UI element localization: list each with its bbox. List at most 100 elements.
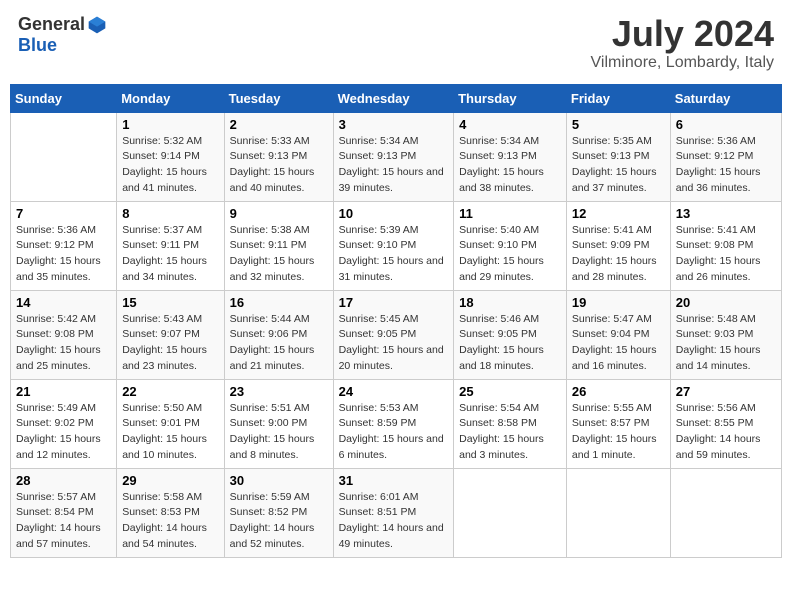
day-number: 24 <box>339 384 449 399</box>
day-number: 30 <box>230 473 328 488</box>
calendar-table: SundayMondayTuesdayWednesdayThursdayFrid… <box>10 84 782 558</box>
calendar-cell: 5 Sunrise: 5:35 AMSunset: 9:13 PMDaylight… <box>566 112 670 201</box>
day-number: 7 <box>16 206 111 221</box>
day-number: 13 <box>676 206 776 221</box>
day-number: 18 <box>459 295 561 310</box>
calendar-cell: 26 Sunrise: 5:55 AMSunset: 8:57 PMDayligh… <box>566 379 670 468</box>
calendar-cell: 25 Sunrise: 5:54 AMSunset: 8:58 PMDayligh… <box>454 379 567 468</box>
day-info: Sunrise: 5:36 AMSunset: 9:12 PMDaylight:… <box>16 223 111 286</box>
calendar-cell: 6 Sunrise: 5:36 AMSunset: 9:12 PMDaylight… <box>670 112 781 201</box>
day-number: 21 <box>16 384 111 399</box>
day-info: Sunrise: 5:41 AMSunset: 9:09 PMDaylight:… <box>572 223 665 286</box>
calendar-cell: 16 Sunrise: 5:44 AMSunset: 9:06 PMDayligh… <box>224 290 333 379</box>
calendar-cell: 27 Sunrise: 5:56 AMSunset: 8:55 PMDayligh… <box>670 379 781 468</box>
day-number: 25 <box>459 384 561 399</box>
day-info: Sunrise: 5:34 AMSunset: 9:13 PMDaylight:… <box>459 134 561 197</box>
header-row: SundayMondayTuesdayWednesdayThursdayFrid… <box>11 84 782 112</box>
calendar-cell: 9Sunrise: 5:38 AMSunset: 9:11 PMDaylight… <box>224 201 333 290</box>
calendar-cell: 18 Sunrise: 5:46 AMSunset: 9:05 PMDayligh… <box>454 290 567 379</box>
day-number: 6 <box>676 117 776 132</box>
day-info: Sunrise: 6:01 AMSunset: 8:51 PMDaylight:… <box>339 490 449 553</box>
calendar-cell: 14Sunrise: 5:42 AMSunset: 9:08 PMDayligh… <box>11 290 117 379</box>
calendar-week-row: 1 Sunrise: 5:32 AMSunset: 9:14 PMDaylight… <box>11 112 782 201</box>
day-info: Sunrise: 5:46 AMSunset: 9:05 PMDaylight:… <box>459 312 561 375</box>
logo-blue-text: Blue <box>18 35 57 56</box>
calendar-cell: 29 Sunrise: 5:58 AMSunset: 8:53 PMDayligh… <box>117 468 224 557</box>
day-info: Sunrise: 5:36 AMSunset: 9:12 PMDaylight:… <box>676 134 776 197</box>
day-info: Sunrise: 5:32 AMSunset: 9:14 PMDaylight:… <box>122 134 218 197</box>
calendar-week-row: 7 Sunrise: 5:36 AMSunset: 9:12 PMDaylight… <box>11 201 782 290</box>
calendar-cell <box>11 112 117 201</box>
logo: General Blue <box>18 14 107 56</box>
day-number: 16 <box>230 295 328 310</box>
calendar-cell: 4Sunrise: 5:34 AMSunset: 9:13 PMDaylight… <box>454 112 567 201</box>
day-number: 11 <box>459 206 561 221</box>
day-info: Sunrise: 5:37 AMSunset: 9:11 PMDaylight:… <box>122 223 218 286</box>
day-info: Sunrise: 5:44 AMSunset: 9:06 PMDaylight:… <box>230 312 328 375</box>
day-info: Sunrise: 5:40 AMSunset: 9:10 PMDaylight:… <box>459 223 561 286</box>
calendar-cell: 2 Sunrise: 5:33 AMSunset: 9:13 PMDaylight… <box>224 112 333 201</box>
day-number: 5 <box>572 117 665 132</box>
month-title: July 2024 <box>591 14 774 54</box>
day-info: Sunrise: 5:35 AMSunset: 9:13 PMDaylight:… <box>572 134 665 197</box>
calendar-cell: 19Sunrise: 5:47 AMSunset: 9:04 PMDayligh… <box>566 290 670 379</box>
day-number: 15 <box>122 295 218 310</box>
header-day: Wednesday <box>333 84 454 112</box>
day-number: 29 <box>122 473 218 488</box>
day-number: 10 <box>339 206 449 221</box>
calendar-cell: 23Sunrise: 5:51 AMSunset: 9:00 PMDayligh… <box>224 379 333 468</box>
calendar-cell <box>670 468 781 557</box>
calendar-cell: 11 Sunrise: 5:40 AMSunset: 9:10 PMDayligh… <box>454 201 567 290</box>
day-number: 12 <box>572 206 665 221</box>
day-info: Sunrise: 5:57 AMSunset: 8:54 PMDaylight:… <box>16 490 111 553</box>
day-number: 1 <box>122 117 218 132</box>
day-number: 27 <box>676 384 776 399</box>
header-day: Saturday <box>670 84 781 112</box>
calendar-cell: 30 Sunrise: 5:59 AMSunset: 8:52 PMDayligh… <box>224 468 333 557</box>
day-number: 2 <box>230 117 328 132</box>
day-info: Sunrise: 5:33 AMSunset: 9:13 PMDaylight:… <box>230 134 328 197</box>
day-number: 17 <box>339 295 449 310</box>
calendar-cell: 1 Sunrise: 5:32 AMSunset: 9:14 PMDaylight… <box>117 112 224 201</box>
day-info: Sunrise: 5:58 AMSunset: 8:53 PMDaylight:… <box>122 490 218 553</box>
calendar-cell: 28Sunrise: 5:57 AMSunset: 8:54 PMDayligh… <box>11 468 117 557</box>
calendar-cell: 10 Sunrise: 5:39 AMSunset: 9:10 PMDayligh… <box>333 201 454 290</box>
day-info: Sunrise: 5:45 AMSunset: 9:05 PMDaylight:… <box>339 312 449 375</box>
logo-icon <box>87 15 107 35</box>
day-info: Sunrise: 5:49 AMSunset: 9:02 PMDaylight:… <box>16 401 111 464</box>
logo-general-text: General <box>18 14 85 35</box>
calendar-week-row: 28Sunrise: 5:57 AMSunset: 8:54 PMDayligh… <box>11 468 782 557</box>
header-day: Friday <box>566 84 670 112</box>
calendar-cell: 15 Sunrise: 5:43 AMSunset: 9:07 PMDayligh… <box>117 290 224 379</box>
day-info: Sunrise: 5:43 AMSunset: 9:07 PMDaylight:… <box>122 312 218 375</box>
calendar-cell: 22 Sunrise: 5:50 AMSunset: 9:01 PMDayligh… <box>117 379 224 468</box>
day-info: Sunrise: 5:56 AMSunset: 8:55 PMDaylight:… <box>676 401 776 464</box>
day-number: 22 <box>122 384 218 399</box>
day-info: Sunrise: 5:42 AMSunset: 9:08 PMDaylight:… <box>16 312 111 375</box>
day-info: Sunrise: 5:51 AMSunset: 9:00 PMDaylight:… <box>230 401 328 464</box>
calendar-cell: 20 Sunrise: 5:48 AMSunset: 9:03 PMDayligh… <box>670 290 781 379</box>
day-number: 19 <box>572 295 665 310</box>
day-info: Sunrise: 5:54 AMSunset: 8:58 PMDaylight:… <box>459 401 561 464</box>
day-info: Sunrise: 5:48 AMSunset: 9:03 PMDaylight:… <box>676 312 776 375</box>
day-number: 20 <box>676 295 776 310</box>
header-day: Monday <box>117 84 224 112</box>
calendar-cell: 7 Sunrise: 5:36 AMSunset: 9:12 PMDaylight… <box>11 201 117 290</box>
day-info: Sunrise: 5:59 AMSunset: 8:52 PMDaylight:… <box>230 490 328 553</box>
calendar-cell: 8Sunrise: 5:37 AMSunset: 9:11 PMDaylight… <box>117 201 224 290</box>
day-number: 26 <box>572 384 665 399</box>
calendar-cell: 24Sunrise: 5:53 AMSunset: 8:59 PMDayligh… <box>333 379 454 468</box>
day-info: Sunrise: 5:50 AMSunset: 9:01 PMDaylight:… <box>122 401 218 464</box>
day-info: Sunrise: 5:39 AMSunset: 9:10 PMDaylight:… <box>339 223 449 286</box>
calendar-cell <box>454 468 567 557</box>
day-info: Sunrise: 5:34 AMSunset: 9:13 PMDaylight:… <box>339 134 449 197</box>
day-info: Sunrise: 5:55 AMSunset: 8:57 PMDaylight:… <box>572 401 665 464</box>
calendar-week-row: 21 Sunrise: 5:49 AMSunset: 9:02 PMDayligh… <box>11 379 782 468</box>
header-day: Thursday <box>454 84 567 112</box>
calendar-cell: 13 Sunrise: 5:41 AMSunset: 9:08 PMDayligh… <box>670 201 781 290</box>
day-info: Sunrise: 5:41 AMSunset: 9:08 PMDaylight:… <box>676 223 776 286</box>
day-info: Sunrise: 5:38 AMSunset: 9:11 PMDaylight:… <box>230 223 328 286</box>
calendar-cell: 31Sunrise: 6:01 AMSunset: 8:51 PMDayligh… <box>333 468 454 557</box>
day-number: 3 <box>339 117 449 132</box>
header-day: Sunday <box>11 84 117 112</box>
